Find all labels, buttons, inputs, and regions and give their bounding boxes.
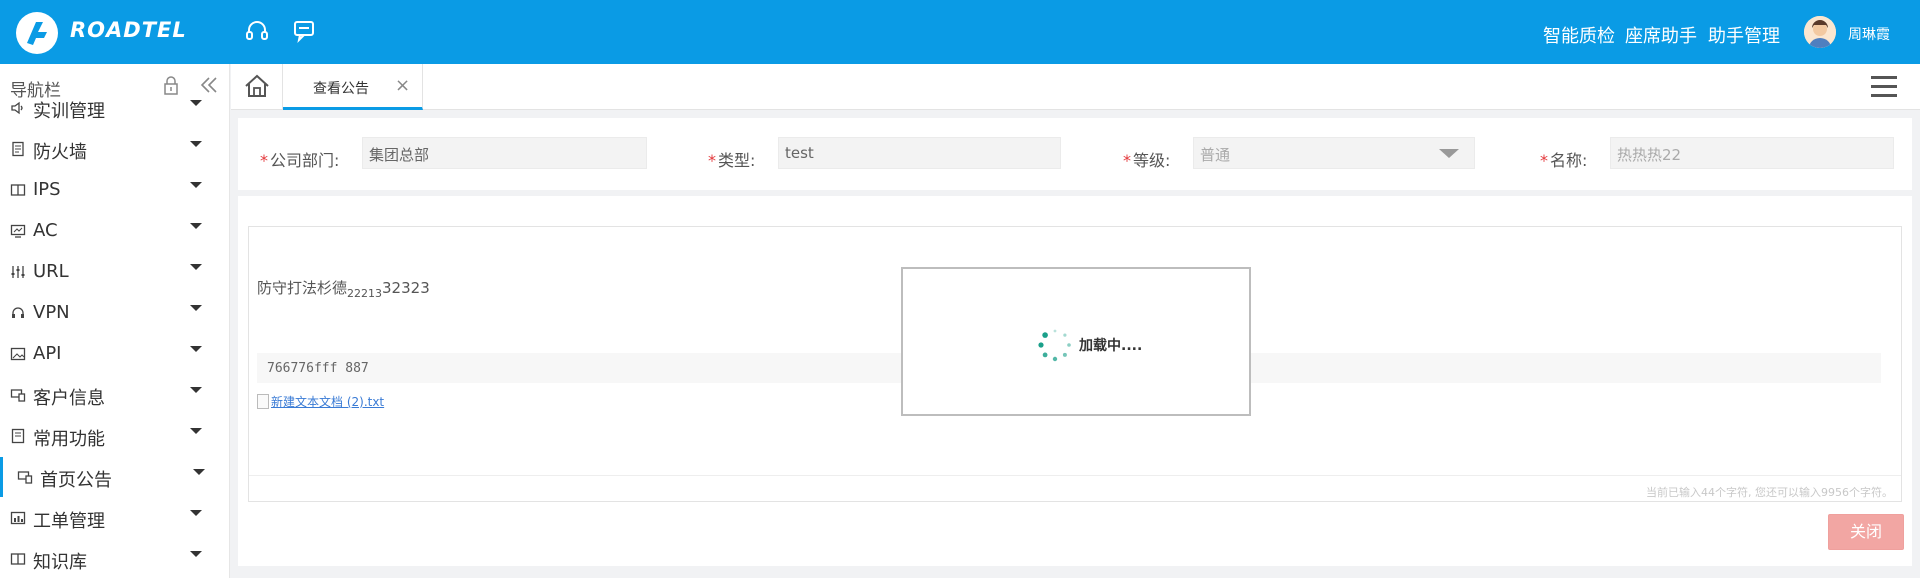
book-icon — [10, 184, 26, 196]
devices-icon — [17, 471, 33, 484]
sidebar-item-api[interactable]: API — [0, 334, 229, 374]
department-field[interactable]: 集团总部 — [362, 137, 647, 169]
announcement-form: * 公司部门: 集团总部 * 类型: test * 等级: 普通 * 名称: 热热热22 — [238, 118, 1912, 190]
sidebar-item-url[interactable]: URL — [0, 252, 229, 292]
sidebar-item-label: IPS — [33, 179, 61, 200]
sidebar-item-label: 实训管理 — [33, 101, 105, 122]
sidebar-item-customer-info[interactable]: 客户信息 — [0, 375, 229, 415]
chevron-down-icon — [190, 223, 202, 229]
chevron-down-icon — [190, 182, 202, 188]
spinner-icon — [1038, 329, 1071, 362]
top-header: ROADTEL 智能质检 座席助手 助手管理 周琳霞 — [0, 0, 1920, 64]
sidebar-item-ips[interactable]: IPS — [0, 170, 229, 210]
tab-bar: 查看公告 × — [231, 64, 1920, 110]
sidebar-item-label: 常用功能 — [33, 429, 105, 450]
sidebar-item-label: 知识库 — [33, 552, 87, 573]
sidebar-item-homepage-announcement[interactable]: 首页公告 — [0, 457, 229, 497]
sidebar-item-common-functions[interactable]: 常用功能 — [0, 416, 229, 456]
close-icon[interactable]: × — [395, 75, 410, 96]
chevron-down-icon — [190, 428, 202, 434]
chevron-down-icon — [193, 469, 205, 475]
menu-agent-assistant[interactable]: 座席助手 — [1625, 22, 1697, 48]
sidebar-item-label: 工单管理 — [33, 511, 105, 532]
avatar[interactable] — [1804, 16, 1836, 48]
menu-assistant-management[interactable]: 助手管理 — [1708, 22, 1780, 48]
speaker-icon — [11, 101, 23, 115]
image-icon — [10, 347, 26, 361]
name-field[interactable]: 热热热22 — [1610, 137, 1894, 169]
editor-footer: 当前已输入44个字符, 您还可以输入9956个字符。 — [249, 475, 1901, 502]
sidebar-item-training[interactable]: 实训管理 — [0, 88, 229, 128]
home-icon — [245, 74, 269, 97]
sidebar-item-firewall[interactable]: 防火墙 — [0, 129, 229, 169]
loading-dialog: 加载中.... — [901, 267, 1251, 416]
username[interactable]: 周琳霞 — [1848, 24, 1890, 44]
note-icon — [11, 428, 25, 444]
chevron-down-icon — [190, 551, 202, 557]
department-label: * 公司部门: — [260, 151, 340, 170]
level-select[interactable]: 普通 — [1193, 137, 1475, 169]
sidebar-item-label: VPN — [33, 302, 70, 323]
brand-name: ROADTEL — [70, 18, 187, 42]
chevron-down-icon — [190, 264, 202, 270]
sliders-icon — [11, 266, 25, 278]
chevron-down-icon — [190, 510, 202, 516]
editor-text: 防守打法杉德2221332323 — [257, 279, 430, 300]
roadtel-logo-icon — [16, 12, 58, 54]
sidebar-item-label: 首页公告 — [40, 470, 112, 491]
devices-icon — [10, 389, 26, 402]
tab-view-announcement[interactable]: 查看公告 × — [283, 64, 423, 110]
sidebar-item-vpn[interactable]: VPN — [0, 293, 229, 333]
tab-home[interactable] — [231, 64, 283, 110]
chevron-down-icon — [1439, 149, 1459, 158]
close-button[interactable]: 关闭 — [1828, 514, 1904, 550]
sidebar-item-label: 防火墙 — [33, 142, 87, 163]
tab-label: 查看公告 — [313, 81, 369, 97]
chat-icon[interactable] — [292, 18, 318, 44]
sidebar: 导航栏 实训管理 防火墙 IPS AC URL VPN API 客户信息 常用功… — [0, 64, 230, 578]
chevron-down-icon — [190, 141, 202, 147]
sidebar-item-label: API — [33, 343, 62, 364]
menu-smart-qa[interactable]: 智能质检 — [1543, 22, 1615, 48]
type-label: * 类型: — [708, 151, 756, 170]
chevron-down-icon — [190, 346, 202, 352]
book-icon — [10, 553, 26, 565]
chevron-down-icon — [190, 100, 202, 106]
attachment-link[interactable]: 新建文本文档 (2).txt — [257, 393, 384, 410]
type-field[interactable]: test — [778, 137, 1061, 169]
level-label: * 等级: — [1123, 151, 1171, 170]
chart-icon — [10, 511, 26, 525]
hamburger-menu-icon[interactable] — [1871, 76, 1897, 98]
sidebar-item-label: 客户信息 — [33, 388, 105, 409]
loading-text: 加载中.... — [1079, 338, 1143, 354]
sidebar-item-ticket-management[interactable]: 工单管理 — [0, 498, 229, 538]
document-icon — [12, 141, 24, 157]
file-icon — [257, 394, 269, 409]
name-label: * 名称: — [1540, 151, 1588, 170]
headset-icon[interactable] — [244, 18, 270, 44]
sidebar-item-knowledge-base[interactable]: 知识库 — [0, 539, 229, 578]
sidebar-item-ac[interactable]: AC — [0, 211, 229, 251]
chevron-down-icon — [190, 305, 202, 311]
headset-icon — [12, 307, 24, 318]
sidebar-item-label: AC — [33, 220, 58, 241]
sidebar-item-label: URL — [33, 261, 69, 282]
character-counter: 当前已输入44个字符, 您还可以输入9956个字符。 — [1646, 486, 1893, 499]
monitor-icon — [10, 224, 26, 238]
chevron-down-icon — [190, 387, 202, 393]
